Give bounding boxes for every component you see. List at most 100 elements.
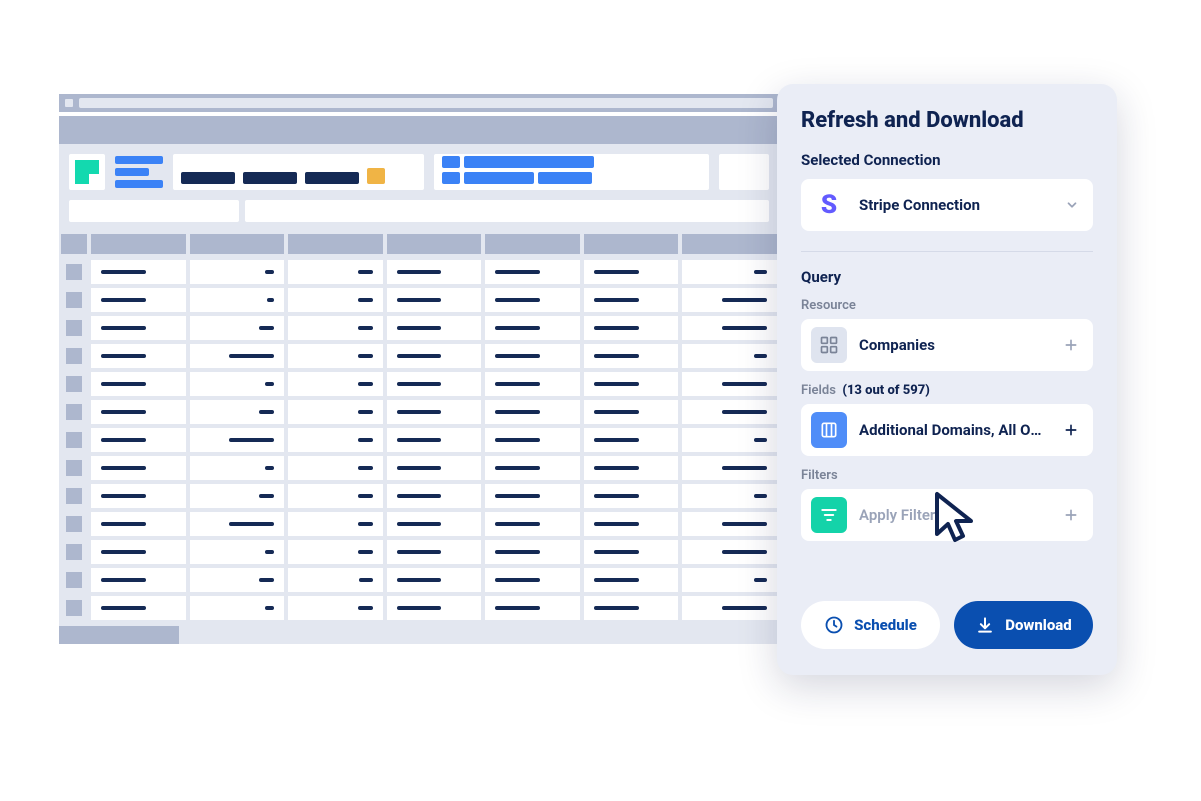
plus-icon[interactable] bbox=[1063, 337, 1079, 353]
cell[interactable] bbox=[91, 428, 186, 452]
cell[interactable] bbox=[288, 428, 383, 452]
cell[interactable] bbox=[584, 288, 679, 312]
sheet-tab-strip[interactable] bbox=[59, 626, 179, 644]
cell[interactable] bbox=[584, 400, 679, 424]
row-selector[interactable] bbox=[61, 516, 87, 532]
row-selector[interactable] bbox=[61, 404, 87, 420]
cell[interactable] bbox=[288, 568, 383, 592]
cell[interactable] bbox=[91, 372, 186, 396]
cell[interactable] bbox=[288, 596, 383, 620]
cell[interactable] bbox=[288, 400, 383, 424]
cell[interactable] bbox=[387, 316, 482, 340]
cell[interactable] bbox=[190, 400, 285, 424]
cell[interactable] bbox=[387, 512, 482, 536]
cell[interactable] bbox=[288, 288, 383, 312]
cell[interactable] bbox=[387, 260, 482, 284]
cell[interactable] bbox=[682, 568, 777, 592]
cell[interactable] bbox=[485, 288, 580, 312]
cell[interactable] bbox=[190, 344, 285, 368]
cell[interactable] bbox=[584, 512, 679, 536]
cell[interactable] bbox=[91, 316, 186, 340]
cell[interactable] bbox=[485, 400, 580, 424]
cell[interactable] bbox=[485, 596, 580, 620]
cell[interactable] bbox=[91, 260, 186, 284]
cell[interactable] bbox=[682, 316, 777, 340]
cell[interactable] bbox=[190, 456, 285, 480]
row-selector[interactable] bbox=[61, 488, 87, 504]
cell[interactable] bbox=[682, 456, 777, 480]
name-box[interactable] bbox=[69, 200, 239, 222]
cell[interactable] bbox=[91, 288, 186, 312]
cell[interactable] bbox=[190, 260, 285, 284]
cell[interactable] bbox=[485, 484, 580, 508]
cell[interactable] bbox=[485, 540, 580, 564]
cell[interactable] bbox=[682, 540, 777, 564]
cell[interactable] bbox=[682, 288, 777, 312]
cell[interactable] bbox=[91, 512, 186, 536]
cell[interactable] bbox=[190, 596, 285, 620]
cell[interactable] bbox=[91, 456, 186, 480]
cell[interactable] bbox=[190, 512, 285, 536]
cell[interactable] bbox=[584, 596, 679, 620]
formula-bar[interactable] bbox=[245, 200, 769, 222]
cell[interactable] bbox=[584, 316, 679, 340]
cell[interactable] bbox=[190, 568, 285, 592]
cell[interactable] bbox=[485, 568, 580, 592]
row-selector[interactable] bbox=[61, 544, 87, 560]
cell[interactable] bbox=[288, 372, 383, 396]
cell[interactable] bbox=[190, 372, 285, 396]
cell[interactable] bbox=[584, 428, 679, 452]
cell[interactable] bbox=[682, 400, 777, 424]
row-selector[interactable] bbox=[61, 376, 87, 392]
cell[interactable] bbox=[584, 372, 679, 396]
cell[interactable] bbox=[288, 260, 383, 284]
cell[interactable] bbox=[91, 484, 186, 508]
cell[interactable] bbox=[288, 344, 383, 368]
cell[interactable] bbox=[584, 540, 679, 564]
cell[interactable] bbox=[387, 428, 482, 452]
cell[interactable] bbox=[288, 512, 383, 536]
cell[interactable] bbox=[584, 568, 679, 592]
column-header[interactable] bbox=[682, 234, 777, 254]
cell[interactable] bbox=[387, 484, 482, 508]
cell[interactable] bbox=[387, 344, 482, 368]
row-selector[interactable] bbox=[61, 572, 87, 588]
cell[interactable] bbox=[387, 540, 482, 564]
column-header[interactable] bbox=[288, 234, 383, 254]
cell[interactable] bbox=[190, 288, 285, 312]
cell[interactable] bbox=[682, 596, 777, 620]
resource-select[interactable]: Companies bbox=[801, 319, 1093, 371]
column-header[interactable] bbox=[485, 234, 580, 254]
cell[interactable] bbox=[485, 428, 580, 452]
row-selector[interactable] bbox=[61, 432, 87, 448]
cell[interactable] bbox=[584, 484, 679, 508]
cell[interactable] bbox=[91, 400, 186, 424]
cell[interactable] bbox=[485, 456, 580, 480]
column-header[interactable] bbox=[584, 234, 679, 254]
plus-icon[interactable] bbox=[1063, 422, 1079, 438]
cell[interactable] bbox=[682, 260, 777, 284]
cell[interactable] bbox=[387, 456, 482, 480]
column-header[interactable] bbox=[387, 234, 482, 254]
row-selector[interactable] bbox=[61, 600, 87, 616]
cell[interactable] bbox=[91, 344, 186, 368]
cell[interactable] bbox=[288, 484, 383, 508]
cell[interactable] bbox=[91, 540, 186, 564]
cell[interactable] bbox=[485, 316, 580, 340]
cell[interactable] bbox=[387, 596, 482, 620]
cell[interactable] bbox=[190, 428, 285, 452]
cell[interactable] bbox=[584, 456, 679, 480]
fields-select[interactable]: Additional Domains, All Own... bbox=[801, 404, 1093, 456]
cell[interactable] bbox=[288, 456, 383, 480]
download-button[interactable]: Download bbox=[954, 601, 1093, 649]
cell[interactable] bbox=[387, 400, 482, 424]
cell[interactable] bbox=[288, 316, 383, 340]
row-selector[interactable] bbox=[61, 320, 87, 336]
row-selector[interactable] bbox=[61, 460, 87, 476]
cell[interactable] bbox=[682, 428, 777, 452]
cell[interactable] bbox=[584, 260, 679, 284]
connection-select[interactable]: S Stripe Connection bbox=[801, 179, 1093, 231]
cell[interactable] bbox=[485, 372, 580, 396]
cell[interactable] bbox=[682, 512, 777, 536]
cell[interactable] bbox=[91, 568, 186, 592]
